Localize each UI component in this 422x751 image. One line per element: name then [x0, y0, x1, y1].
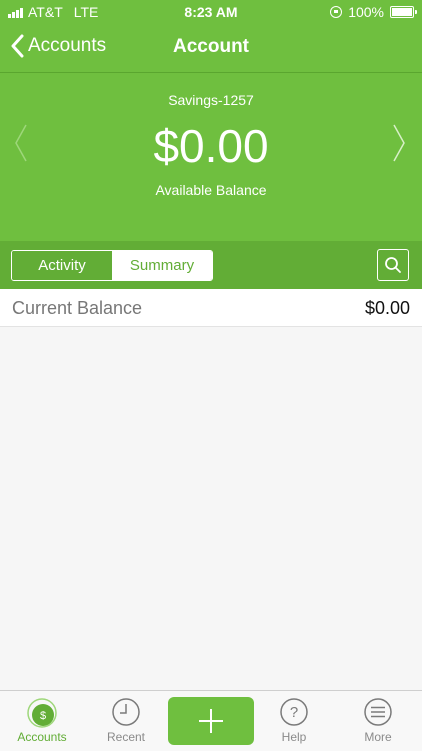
clock-icon — [112, 698, 140, 726]
status-bar: AT&T LTE 8:23 AM 100% — [0, 0, 422, 24]
tab-help[interactable]: ? Help — [252, 691, 336, 751]
menu-icon — [364, 698, 392, 726]
tab-more-label: More — [364, 730, 392, 744]
tab-accounts[interactable]: $ Accounts — [0, 691, 84, 751]
view-segmented-control: Activity Summary — [11, 250, 213, 281]
tab-accounts-label: Accounts — [17, 730, 67, 744]
available-balance-label: Available Balance — [155, 182, 267, 198]
current-balance-row: Current Balance $0.00 — [0, 289, 422, 327]
battery-icon — [390, 6, 417, 18]
status-right: 100% — [330, 4, 417, 20]
battery-percent: 100% — [348, 4, 384, 20]
tab-bar: $ Accounts Recent ? Help More — [0, 690, 422, 751]
segment-bar: Activity Summary — [0, 241, 422, 289]
question-icon: ? — [280, 698, 308, 726]
search-icon — [385, 257, 401, 273]
page-title: Account — [173, 36, 249, 57]
tab-help-label: Help — [281, 730, 307, 744]
summary-segment[interactable]: Summary — [112, 251, 212, 280]
next-account-button[interactable] — [392, 123, 406, 168]
tab-more[interactable]: More — [336, 691, 420, 751]
svg-text:?: ? — [290, 704, 298, 721]
dollar-circle-icon: $ — [27, 698, 57, 728]
activity-segment[interactable]: Activity — [12, 251, 112, 280]
svg-text:$: $ — [40, 710, 46, 722]
rotation-lock-icon — [330, 6, 343, 18]
current-balance-value: $0.00 — [364, 298, 410, 318]
plus-icon — [199, 709, 223, 733]
navigation-bar: Accounts Account — [0, 24, 422, 72]
add-button[interactable] — [168, 697, 254, 745]
tab-recent[interactable]: Recent — [84, 691, 168, 751]
available-balance-amount: $0.00 — [153, 120, 269, 172]
chevron-right-icon — [393, 124, 405, 162]
current-balance-label: Current Balance — [12, 298, 143, 318]
account-name: Savings-1257 — [168, 92, 254, 108]
account-header: Savings-1257 $0.00 Available Balance — [0, 73, 422, 241]
tab-recent-label: Recent — [106, 730, 146, 744]
search-button[interactable] — [377, 249, 409, 281]
